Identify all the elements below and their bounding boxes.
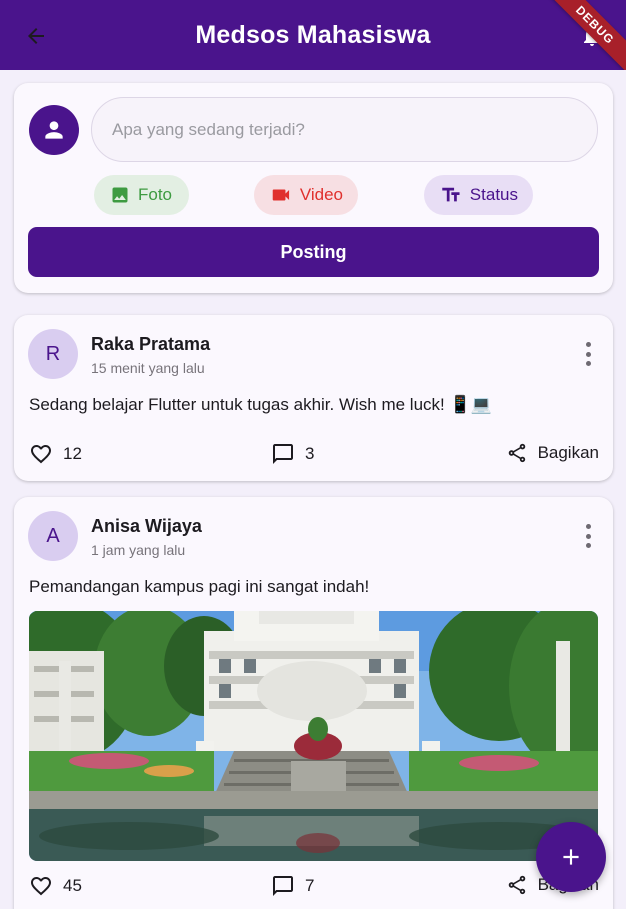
- share-icon: [508, 443, 525, 463]
- status-input[interactable]: [112, 119, 597, 140]
- photo-chip-label: Foto: [138, 185, 173, 204]
- back-button[interactable]: [20, 20, 52, 52]
- author-name: Raka Pratama: [91, 334, 211, 354]
- like-count: 45: [63, 876, 82, 895]
- author-name: Anisa Wijaya: [91, 516, 202, 536]
- posting-button[interactable]: Posting: [28, 227, 599, 277]
- share-label: Bagikan: [537, 443, 599, 462]
- app-bar: Medsos Mahasiswa DEBUG: [0, 0, 626, 70]
- status-chip[interactable]: Status: [424, 175, 533, 215]
- comment-outline-icon: [273, 444, 293, 464]
- person-icon: [45, 121, 63, 139]
- status-input-wrapper: [91, 97, 598, 162]
- photo-chip[interactable]: Foto: [94, 175, 189, 215]
- author-avatar: A: [28, 511, 78, 561]
- arrow-left-icon: [28, 28, 44, 44]
- post-image: [29, 611, 598, 861]
- image-icon: [112, 187, 128, 203]
- author-avatar: R: [28, 329, 78, 379]
- heart-outline-icon: [31, 445, 51, 464]
- campus-photo: [29, 611, 598, 861]
- post-time: 15 menit yang lalu: [91, 360, 205, 376]
- post-time: 1 jam yang lalu: [91, 542, 186, 558]
- more-vert-icon[interactable]: [583, 524, 593, 548]
- page-title: Medsos Mahasiswa: [195, 20, 431, 49]
- comment-button[interactable]: 3: [271, 442, 314, 466]
- add-post-fab[interactable]: [536, 822, 606, 892]
- composer-card: Foto Video Status Posting: [14, 83, 613, 293]
- video-chip-label: Video: [299, 185, 343, 204]
- post-text: Sedang belajar Flutter untuk tugas akhir…: [29, 395, 492, 414]
- like-button[interactable]: 45: [29, 874, 82, 898]
- comment-button[interactable]: 7: [271, 874, 314, 898]
- video-chip[interactable]: Video: [254, 175, 358, 215]
- share-button[interactable]: Bagikan: [506, 442, 599, 464]
- videocam-icon: [272, 189, 290, 201]
- more-vert-icon[interactable]: [583, 342, 593, 366]
- post-card: A Anisa Wijaya 1 jam yang lalu Pemandang…: [14, 497, 613, 909]
- heart-outline-icon: [31, 877, 51, 896]
- status-chip-label: Status: [469, 185, 518, 204]
- post-text: Pemandangan kampus pagi ini sangat indah…: [29, 577, 370, 596]
- plus-icon: [563, 849, 579, 865]
- share-icon: [508, 875, 525, 895]
- user-avatar: [29, 105, 79, 155]
- text-fields-icon: [442, 187, 460, 202]
- like-button[interactable]: 12: [29, 442, 82, 466]
- comment-count: 3: [305, 444, 315, 463]
- post-card: R Raka Pratama 15 menit yang lalu Sedang…: [14, 315, 613, 481]
- like-count: 12: [63, 444, 82, 463]
- comment-count: 7: [305, 876, 315, 895]
- comment-outline-icon: [273, 876, 293, 896]
